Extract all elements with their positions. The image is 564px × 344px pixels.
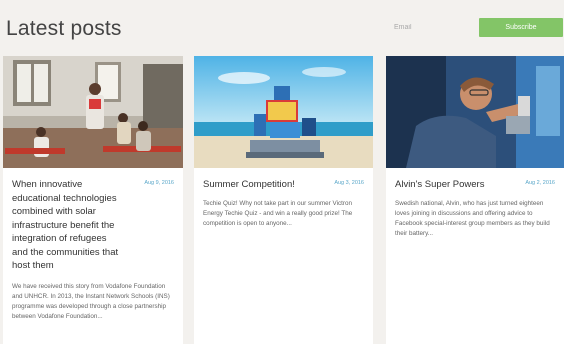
post-title[interactable]: When innovative educational technologies… (12, 178, 122, 273)
post-title[interactable]: Summer Competition! (203, 178, 318, 192)
post-body: Summer Competition! Aug 3, 2016 Techie Q… (194, 168, 373, 229)
post-card[interactable]: Summer Competition! Aug 3, 2016 Techie Q… (194, 56, 373, 344)
post-body: When innovative educational technologies… (3, 168, 183, 323)
classroom-photo-icon (3, 56, 183, 168)
post-card[interactable]: Alvin's Super Powers Aug 2, 2016 Swedish… (386, 56, 564, 344)
post-card[interactable]: When innovative educational technologies… (3, 56, 183, 344)
boy-electronics-photo-icon (386, 56, 564, 168)
subscribe-button[interactable]: Subscribe (479, 18, 563, 37)
post-excerpt: Techie Quiz! Why not take part in our su… (203, 199, 353, 228)
post-body: Alvin's Super Powers Aug 2, 2016 Swedish… (386, 168, 564, 240)
email-input[interactable] (392, 18, 476, 37)
post-image-electronics[interactable] (386, 56, 564, 168)
post-date: Aug 2, 2016 (525, 180, 555, 186)
post-excerpt: Swedish national, Alvin, who has just tu… (395, 199, 550, 238)
post-title[interactable]: Alvin's Super Powers (395, 178, 510, 192)
beach-product-photo-icon (194, 56, 373, 168)
post-date: Aug 9, 2016 (144, 180, 174, 186)
post-excerpt: We have received this story from Vodafon… (12, 282, 170, 321)
page-title: Latest posts (6, 17, 122, 40)
post-date: Aug 3, 2016 (334, 180, 364, 186)
post-image-beach[interactable] (194, 56, 373, 168)
header: Latest posts Subscribe (0, 0, 564, 52)
post-image-classroom[interactable] (3, 56, 183, 168)
